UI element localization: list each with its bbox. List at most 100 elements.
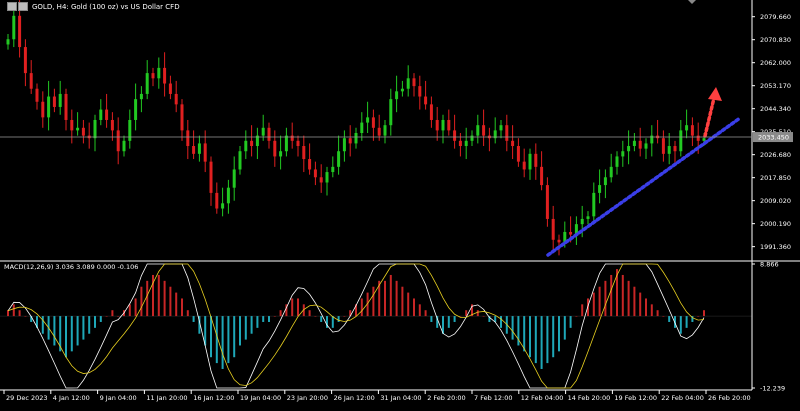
macd-bar (569, 316, 572, 328)
chart-canvas[interactable]: 2079.660 2070.830 2062.000 2053.170 2044.340… (0, 0, 800, 407)
macd-bar (575, 316, 578, 317)
candle-body (621, 151, 625, 157)
price-tick-label: 2009.020 (760, 197, 791, 205)
macd-bar (41, 316, 44, 334)
candle-body (441, 119, 445, 131)
candle-body (429, 104, 433, 120)
time-tick-label: 2 Feb 20:00 (427, 394, 466, 402)
time-tick-label: 26 Feb 20:00 (708, 394, 751, 402)
candle-body (354, 133, 358, 144)
candle-body (70, 119, 74, 131)
price-tick-label: 2079.660 (760, 13, 791, 21)
candle-body (400, 88, 404, 92)
macd-bar (70, 316, 73, 352)
arrow-shaft[interactable] (703, 96, 716, 138)
candle-body (302, 146, 306, 160)
candle-body (139, 93, 143, 100)
macd-bar (233, 316, 236, 358)
macd-bar (256, 316, 259, 328)
macd-bar (146, 280, 149, 317)
candle-body (371, 117, 375, 128)
macd-bar (268, 316, 270, 322)
candle-body (667, 146, 671, 154)
macd-bar (389, 274, 392, 317)
symbol-title: GOLD, H4: Gold (100 oz) vs US Dollar CFD (7, 2, 180, 11)
macd-bar (581, 304, 584, 317)
macd-bar (239, 316, 241, 346)
macd-bar (320, 316, 323, 322)
price-tick-label: 1991.360 (760, 243, 791, 251)
candle-body (238, 151, 242, 170)
candle-body (673, 146, 677, 152)
candle-body (395, 91, 399, 100)
macd-bar (360, 298, 363, 317)
candle-body (366, 117, 370, 123)
macd-bar (650, 304, 653, 317)
time-tick-label: 19 Jan 04:00 (240, 394, 281, 402)
macd-bar (331, 316, 334, 328)
macd-bar (111, 310, 114, 317)
candle-body (540, 166, 544, 186)
candle-body (81, 127, 85, 136)
macd-bar (500, 316, 502, 328)
macd-bar (401, 286, 404, 317)
arrow-head-icon[interactable] (708, 87, 722, 101)
candle-body (151, 73, 155, 79)
candle-body (580, 218, 584, 225)
candle-body (226, 187, 230, 204)
candle-body (209, 161, 213, 193)
macd-bar (134, 298, 137, 317)
window-grid-icon[interactable] (7, 2, 17, 11)
time-tick-label: 29 Dec 2023 (6, 394, 48, 402)
macd-bar (94, 316, 96, 328)
trendline-support[interactable] (546, 116, 742, 257)
time-tick-label: 7 Feb 12:00 (474, 394, 513, 402)
candle-body (203, 143, 207, 162)
candle-body (47, 96, 51, 118)
candle-body (163, 67, 167, 84)
macd-histogram-layer (0, 269, 752, 369)
macd-bar (395, 280, 398, 317)
candle-body (609, 166, 613, 178)
price-tick-label: 2070.830 (760, 36, 791, 44)
macd-bar (163, 280, 166, 317)
candle-body (313, 169, 317, 178)
time-tick-label: 16 Jan 12:00 (193, 394, 234, 402)
candle-body (377, 127, 381, 136)
candle-body (319, 177, 323, 183)
signal-line (7, 263, 705, 389)
candle-body (638, 140, 642, 149)
time-tick-label: 14 Feb 20:00 (568, 394, 611, 402)
shift-marker-icon[interactable] (688, 0, 696, 4)
time-tick-label: 12 Feb 04:00 (521, 394, 564, 402)
candle-body (279, 151, 283, 157)
candle-body (23, 47, 27, 74)
candle-body (64, 93, 68, 120)
candle-body (192, 146, 196, 154)
macd-bar (424, 310, 427, 317)
candle-body (435, 119, 439, 131)
macd-bar (297, 298, 299, 317)
chart-window[interactable]: 2079.660 2070.830 2062.000 2053.170 2044.340… (0, 0, 800, 407)
candle-body (337, 151, 341, 167)
macd-bar (250, 316, 253, 334)
macd-bar (215, 316, 218, 364)
macd-lines-layer (7, 263, 705, 389)
time-tick-label: 26 Jan 12:00 (334, 394, 375, 402)
macd-bar (668, 316, 671, 322)
candle-body (447, 119, 451, 131)
macd-bar (18, 310, 21, 317)
macd-bar (314, 316, 317, 317)
macd-bar (53, 316, 56, 346)
candle-body (528, 153, 532, 170)
window-chart-icon[interactable] (18, 2, 28, 11)
candle-body (35, 88, 39, 102)
candle-body (186, 130, 190, 147)
time-tick-label: 23 Jan 20:00 (287, 394, 328, 402)
candle-body (383, 125, 387, 136)
candle-body (232, 169, 236, 188)
candle-body (418, 86, 422, 97)
candle-body (603, 177, 607, 186)
macd-bar (679, 316, 682, 334)
candle-body (215, 192, 219, 209)
